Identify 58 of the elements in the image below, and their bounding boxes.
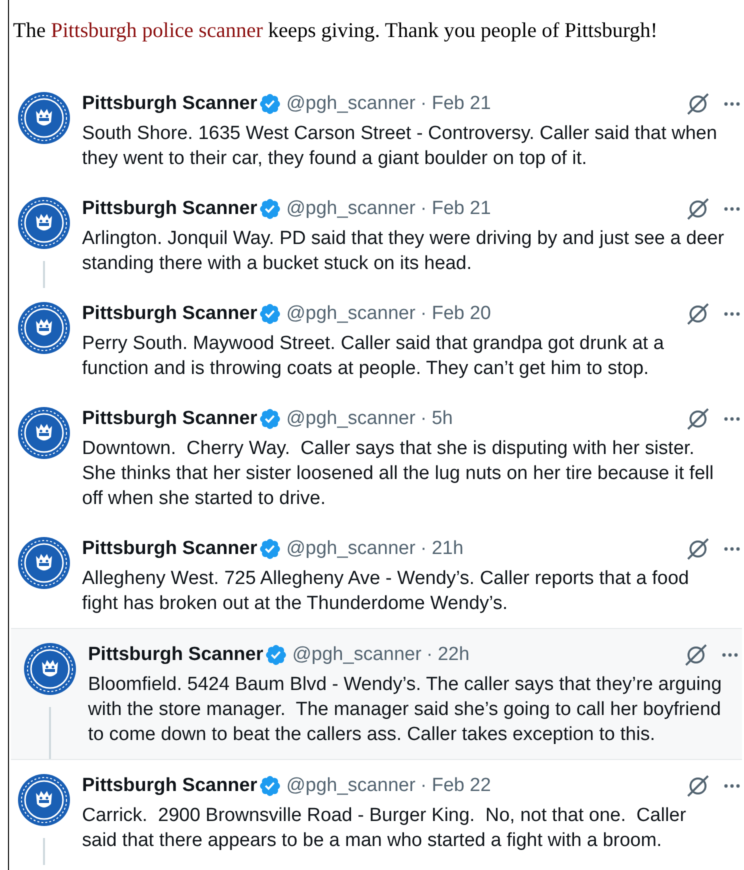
tweet-text: Carrick. 2900 Brownsville Road - Burger King. No, not that one. Caller said that there appears to be a man who started a fight with a broom. xyxy=(82,804,688,853)
avatar-logo-icon xyxy=(18,92,70,144)
avatar-logo-icon xyxy=(18,197,70,249)
separator-dot: · xyxy=(426,643,433,667)
avatar-logo-icon xyxy=(18,407,70,459)
avatar-logo-icon xyxy=(18,774,70,826)
separator-dot: · xyxy=(420,92,427,116)
author-name[interactable]: Pittsburgh Scanner xyxy=(82,92,258,116)
separator-dot: · xyxy=(420,302,427,326)
more-icon[interactable] xyxy=(724,102,740,106)
separator-dot: · xyxy=(420,407,427,431)
avatar-logo-icon xyxy=(18,537,70,589)
post-time[interactable]: Feb 22 xyxy=(432,774,491,798)
avatar-logo-icon xyxy=(24,643,76,695)
post-time[interactable]: 21h xyxy=(432,537,464,561)
tweet-text: South Shore. 1635 West Carson Street - Controversy. Caller said that when they went to their car, they found a giant boulder on top of it. xyxy=(82,122,718,171)
author-name[interactable]: Pittsburgh Scanner xyxy=(82,302,258,326)
author-handle[interactable]: @pgh_scanner xyxy=(286,197,416,221)
post-time[interactable]: 5h xyxy=(432,407,453,431)
scanner-link[interactable]: Pittsburgh police scanner xyxy=(50,18,263,42)
slashed-circle-icon[interactable] xyxy=(686,302,710,326)
tweet-text: Downtown. Cherry Way. Caller says that she is disputing with her sister. She thinks that her sister loosened all the lug nuts on her tire because it fell off when she started to drive. xyxy=(82,437,715,511)
post-time[interactable]: Feb 21 xyxy=(432,92,491,116)
author-name[interactable]: Pittsburgh Scanner xyxy=(82,407,258,431)
intro-text: The Pittsburgh police scanner keeps giving. Thank you people of Pittsburgh! xyxy=(12,17,659,42)
more-icon[interactable] xyxy=(724,312,740,316)
slashed-circle-icon[interactable] xyxy=(686,407,710,431)
more-icon[interactable] xyxy=(724,207,740,211)
author-name[interactable]: Pittsburgh Scanner xyxy=(88,643,264,667)
separator-dot: · xyxy=(420,537,427,561)
author-name[interactable]: Pittsburgh Scanner xyxy=(82,537,258,561)
post-time[interactable]: Feb 21 xyxy=(432,197,491,221)
slashed-circle-icon[interactable] xyxy=(686,774,710,798)
more-icon[interactable] xyxy=(722,653,738,657)
post-time[interactable]: 22h xyxy=(438,643,470,667)
tweet-text: Allegheny West. 725 Allegheny Ave - Wendy’s. Caller reports that a food fight has broken out at the Thunderdome Wendy’s. xyxy=(82,567,690,616)
more-icon[interactable] xyxy=(724,417,740,421)
tweet-text: Perry South. Maywood Street. Caller said that grandpa got drunk at a function and is throwing coats at people. They can’t get him to stop. xyxy=(82,332,665,381)
author-handle[interactable]: @pgh_scanner xyxy=(286,537,416,561)
author-name[interactable]: Pittsburgh Scanner xyxy=(82,197,258,221)
separator-dot: · xyxy=(420,774,427,798)
avatar-logo-icon xyxy=(18,302,70,354)
post-time[interactable]: Feb 20 xyxy=(432,302,491,326)
slashed-circle-icon[interactable] xyxy=(684,643,708,667)
more-icon[interactable] xyxy=(724,784,740,788)
author-handle[interactable]: @pgh_scanner xyxy=(292,643,422,667)
author-name[interactable]: Pittsburgh Scanner xyxy=(82,774,258,798)
slashed-circle-icon[interactable] xyxy=(686,197,710,221)
author-handle[interactable]: @pgh_scanner xyxy=(286,92,416,116)
more-icon[interactable] xyxy=(724,547,740,551)
author-handle[interactable]: @pgh_scanner xyxy=(286,302,416,326)
tweet-text: Bloomfield. 5424 Baum Blvd - Wendy’s. The caller says that they’re arguing with the store manager. The manager said she’s going to call her boyfriend to come down to beat the callers ass. Caller takes exception to this. xyxy=(88,673,723,747)
separator-dot: · xyxy=(420,197,427,221)
author-handle[interactable]: @pgh_scanner xyxy=(286,407,416,431)
slashed-circle-icon[interactable] xyxy=(686,537,710,561)
slashed-circle-icon[interactable] xyxy=(686,92,710,116)
author-handle[interactable]: @pgh_scanner xyxy=(286,774,416,798)
tweet-text: Arlington. Jonquil Way. PD said that they were driving by and just see a deer standing there with a bucket stuck on its head. xyxy=(82,227,726,276)
